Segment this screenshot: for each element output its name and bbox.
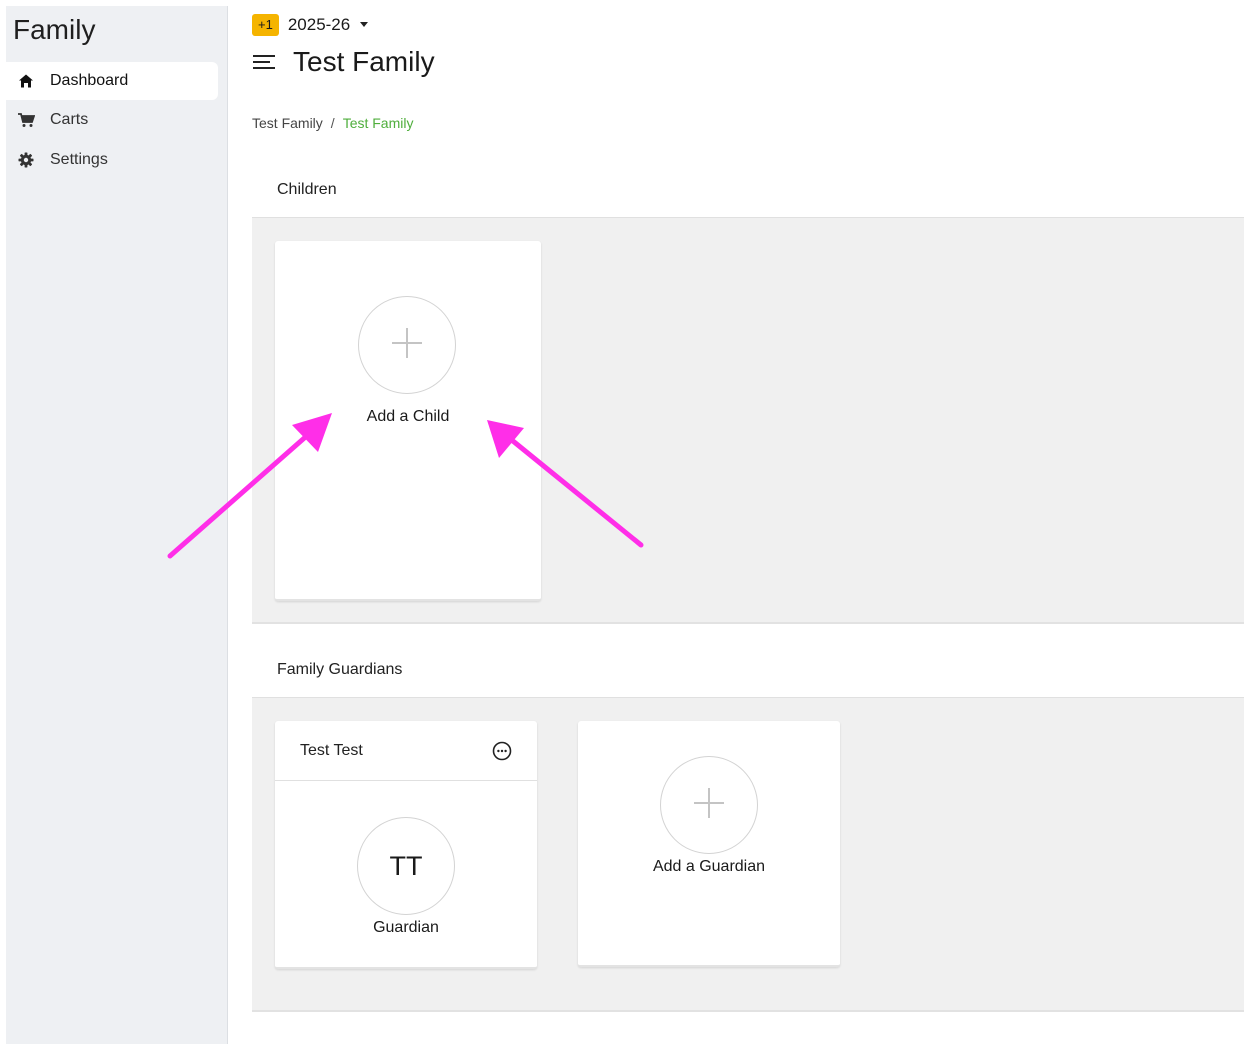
sidebar-item-carts[interactable]: Carts <box>6 101 218 139</box>
more-options-icon[interactable] <box>491 740 513 762</box>
guardian-role: Guardian <box>373 919 439 936</box>
season-selector[interactable]: +1 2025-26 <box>252 14 369 36</box>
page-header: Test Family <box>252 46 435 78</box>
add-child-label: Add a Child <box>366 408 450 425</box>
cart-icon <box>16 110 36 130</box>
home-icon <box>16 71 36 91</box>
sidebar-item-label: Settings <box>50 151 108 168</box>
add-child-card[interactable]: Add a Child <box>275 241 541 601</box>
avatar: TT <box>357 817 455 915</box>
plus-icon <box>692 786 726 825</box>
guardian-name: Test Test <box>300 741 363 759</box>
breadcrumb-separator: / <box>330 115 335 131</box>
app-frame: Family Dashboard Carts Settings +1 2025-… <box>6 6 1244 1044</box>
children-section: Children Add a Child <box>252 162 1244 624</box>
add-guardian-card[interactable]: Add a Guardian <box>578 721 840 967</box>
app-title: Family <box>13 14 96 45</box>
page-title: Test Family <box>293 46 435 77</box>
menu-icon[interactable] <box>252 50 276 74</box>
breadcrumb: Test Family / Test Family <box>252 115 413 131</box>
breadcrumb-item[interactable]: Test Family <box>252 115 323 131</box>
breadcrumb-current[interactable]: Test Family <box>343 115 414 131</box>
guardian-card-header: Test Test <box>275 721 537 781</box>
add-child-button[interactable] <box>358 296 456 394</box>
season-badge: +1 <box>252 14 279 36</box>
sidebar: Family Dashboard Carts Settings <box>6 6 228 1044</box>
main-content: +1 2025-26 Test Family Test Family / Test … <box>228 6 1244 1044</box>
sidebar-item-settings[interactable]: Settings <box>6 141 218 179</box>
guardians-section: Family Guardians Test Test TT Guardian A… <box>252 642 1244 1012</box>
add-guardian-label: Add a Guardian <box>652 858 766 875</box>
section-title: Children <box>252 162 1244 218</box>
chevron-down-icon <box>360 21 369 27</box>
sidebar-item-label: Carts <box>50 111 89 128</box>
section-title: Family Guardians <box>252 642 1244 698</box>
sidebar-item-dashboard[interactable]: Dashboard <box>6 62 218 100</box>
guardian-card: Test Test TT Guardian <box>275 721 537 969</box>
sidebar-item-label: Dashboard <box>50 72 129 89</box>
plus-icon <box>390 326 424 365</box>
gear-icon <box>16 150 36 170</box>
add-guardian-button[interactable] <box>660 756 758 854</box>
season-label: 2025-26 <box>287 15 351 34</box>
